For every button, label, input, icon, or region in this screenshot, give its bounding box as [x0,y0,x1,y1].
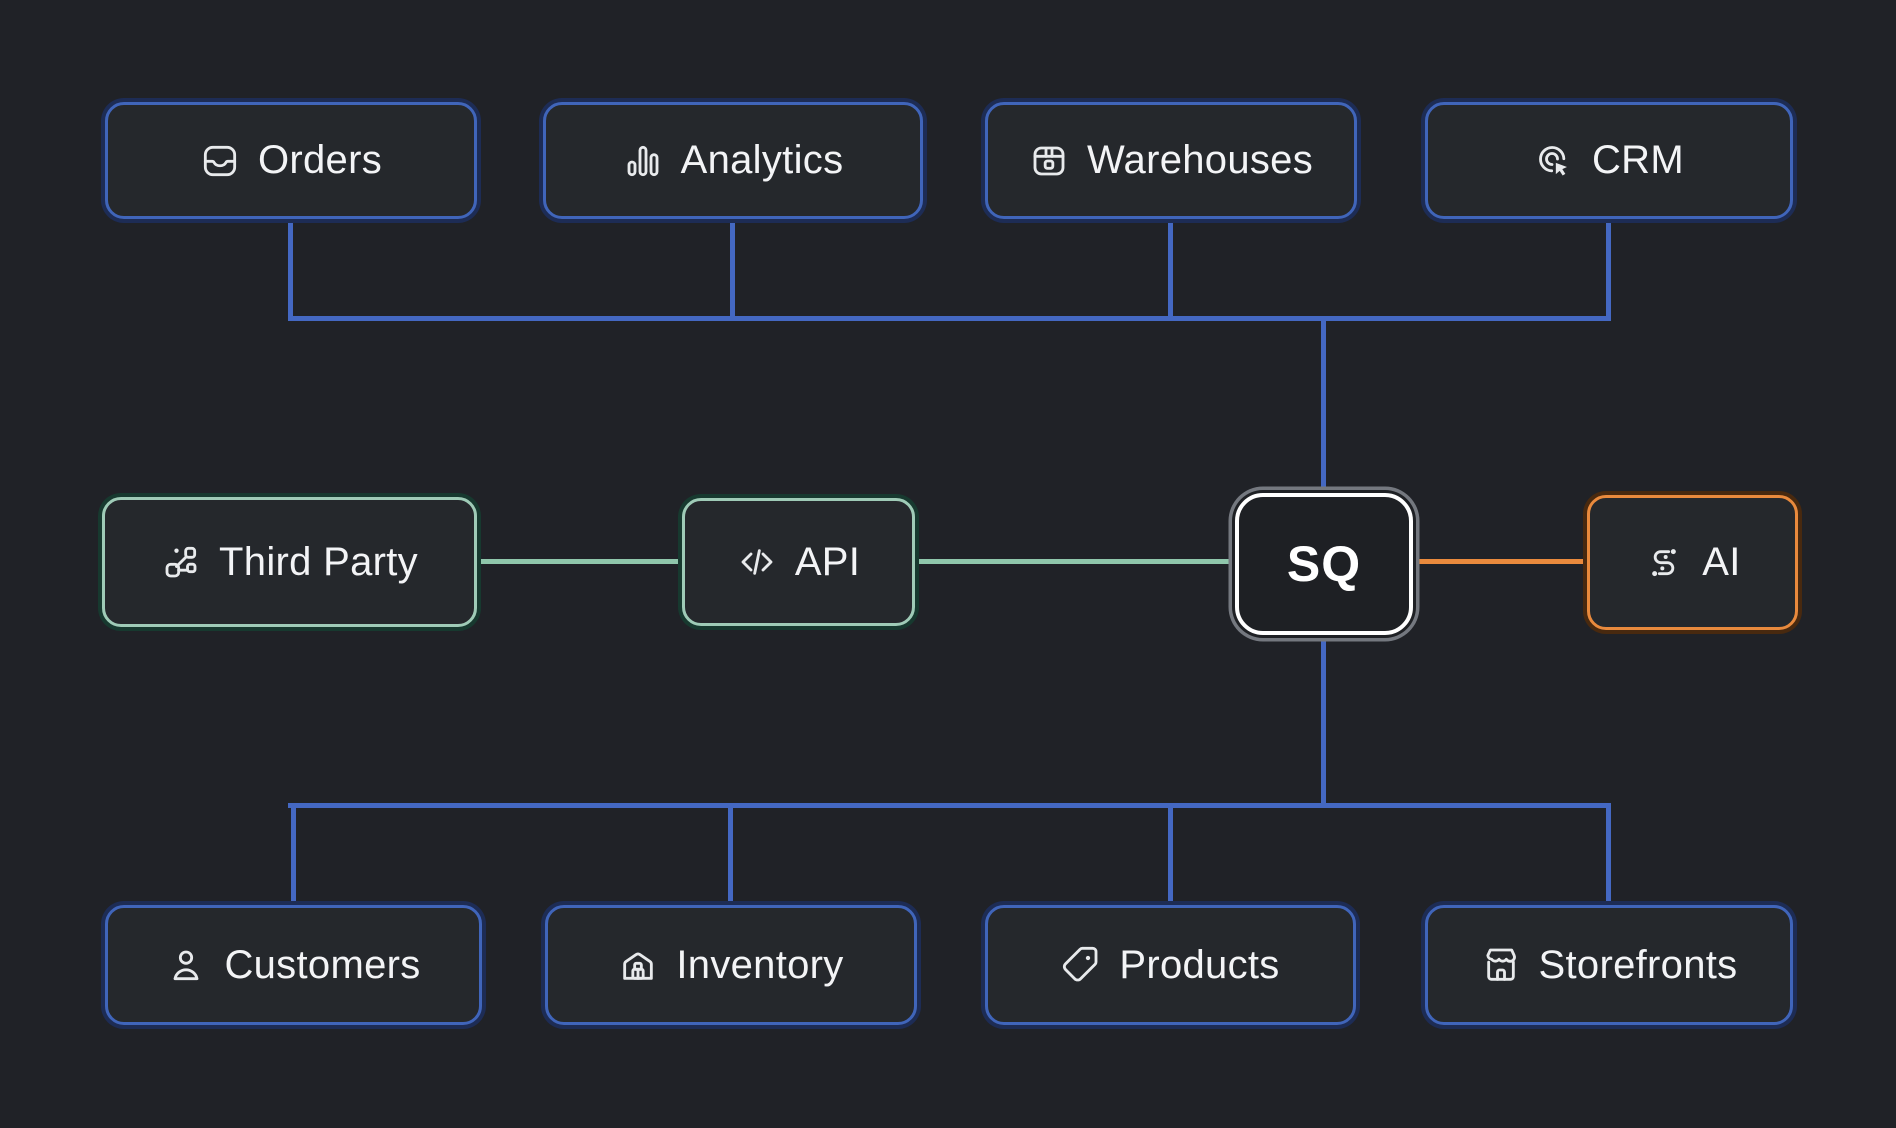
node-label: Warehouses [1087,138,1313,183]
node-label: Analytics [681,138,844,183]
node-products[interactable]: Products [985,905,1356,1025]
node-inventory[interactable]: Inventory [545,905,917,1025]
node-storefronts[interactable]: Storefronts [1425,905,1793,1025]
node-api[interactable]: API [682,498,915,626]
network-nodes-icon [161,542,201,582]
connector-hub-ai [1412,559,1588,564]
connector-warehouses-drop [1168,220,1173,321]
node-warehouses[interactable]: Warehouses [985,102,1357,219]
connector-crm-drop [1606,220,1611,321]
node-label: Orders [258,138,382,183]
connector-hub-riser [1321,319,1326,495]
integration-diagram: Orders Analytics Warehouses [0,0,1896,1128]
tag-icon [1061,945,1101,985]
package-box-icon [1029,141,1069,181]
connector-top-bus [288,316,1611,321]
connector-bottom-bus [288,803,1611,808]
node-crm[interactable]: CRM [1425,102,1793,219]
connector-storefronts-drop [1606,806,1611,906]
pointer-click-icon [1534,141,1574,181]
node-label: API [795,540,860,585]
node-label: Third Party [219,540,418,585]
node-ai[interactable]: AI [1587,495,1798,630]
warehouse-icon [618,945,658,985]
node-label: Products [1119,943,1279,988]
node-sq-hub[interactable]: SQ [1235,493,1413,635]
node-label: AI [1702,540,1740,585]
code-icon [737,542,777,582]
connector-thirdparty-api [476,559,683,564]
inbox-icon [200,141,240,181]
storefront-icon [1481,945,1521,985]
hub-label: SQ [1287,535,1361,593]
connector-analytics-drop [730,220,735,321]
node-label: Customers [224,943,420,988]
connector-api-hub [914,559,1236,564]
ai-route-icon [1644,543,1684,583]
node-analytics[interactable]: Analytics [543,102,923,219]
connector-inventory-drop [728,806,733,906]
connector-hub-drop [1321,634,1326,806]
node-label: Storefronts [1539,943,1738,988]
node-orders[interactable]: Orders [105,102,477,219]
connector-orders-drop [288,220,293,321]
node-label: Inventory [676,943,843,988]
person-icon [166,945,206,985]
connector-customers-drop [291,806,296,906]
node-label: CRM [1592,138,1684,183]
connector-products-drop [1168,806,1173,906]
node-customers[interactable]: Customers [105,905,482,1025]
bar-chart-icon [623,141,663,181]
node-third-party[interactable]: Third Party [102,497,477,627]
